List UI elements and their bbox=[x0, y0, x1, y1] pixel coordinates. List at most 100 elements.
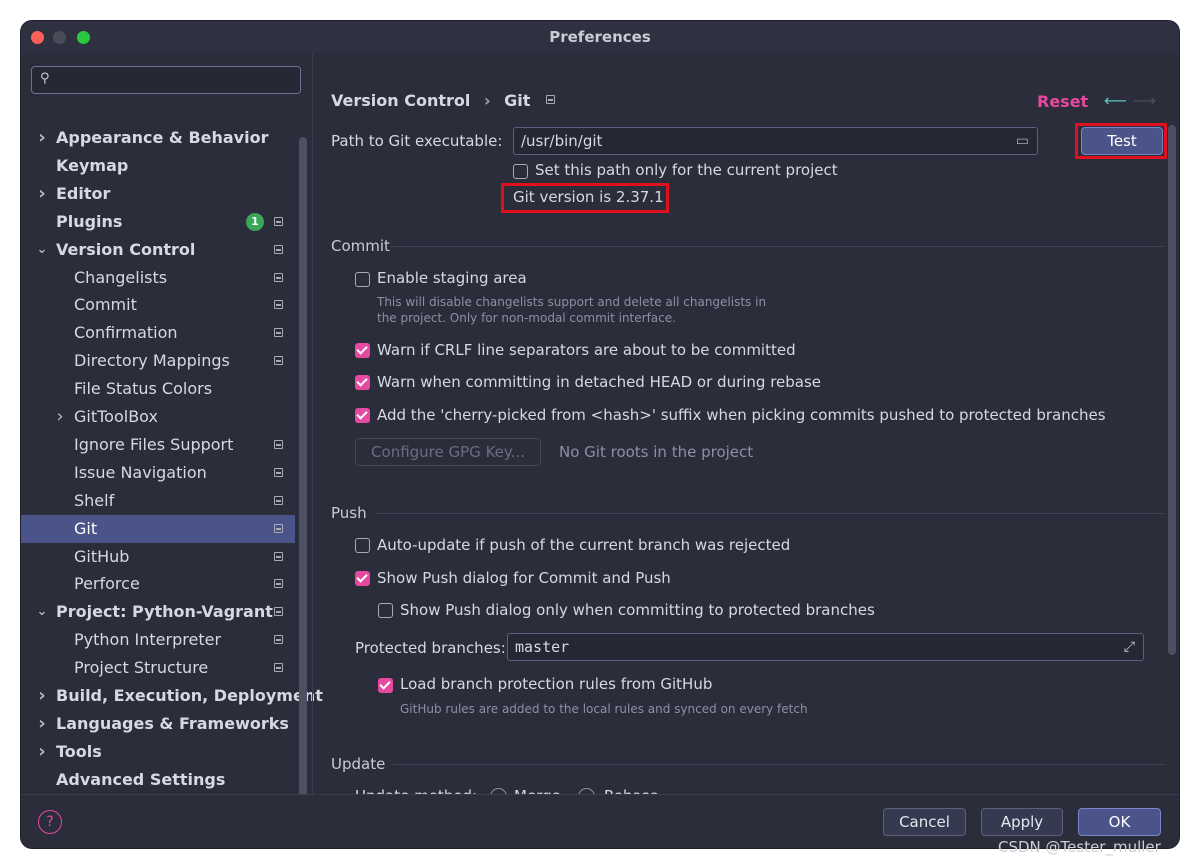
sidebar-item[interactable]: Ignore Files Support bbox=[21, 431, 295, 459]
project-level-icon bbox=[274, 495, 283, 505]
project-level-icon bbox=[274, 356, 283, 366]
close-window-button[interactable] bbox=[31, 31, 44, 44]
update-section-title: Update bbox=[331, 755, 386, 773]
search-icon: ⚲ bbox=[40, 71, 50, 86]
sidebar-item[interactable]: ⌄ Version Control bbox=[21, 236, 295, 264]
protected-branches-field[interactable]: master ⤢ bbox=[507, 633, 1144, 661]
sidebar-item-label: GitToolBox bbox=[74, 407, 158, 426]
sidebar-item-label: Tools bbox=[56, 741, 102, 761]
minimize-window-button[interactable] bbox=[53, 31, 66, 44]
arrow-right-icon[interactable]: ⟶ bbox=[1133, 91, 1156, 110]
project-level-icon bbox=[274, 216, 283, 226]
detached-head-label: Warn when committing in detached HEAD or… bbox=[377, 373, 822, 391]
configure-gpg-key-button[interactable]: Configure GPG Key... bbox=[355, 438, 541, 466]
chevron-down-icon[interactable]: ⌄ bbox=[35, 236, 49, 264]
breadcrumb-separator: › bbox=[483, 91, 491, 110]
expand-icon[interactable]: ⤢ bbox=[1124, 634, 1135, 660]
sidebar-item-label: Confirmation bbox=[74, 323, 178, 343]
sidebar-item[interactable]: Advanced Settings bbox=[21, 766, 295, 794]
staging-area-description-1: This will disable changelists support an… bbox=[377, 295, 767, 309]
push-section-title: Push bbox=[331, 504, 367, 522]
sidebar-item[interactable]: Commit bbox=[21, 291, 295, 319]
commit-section-divider bbox=[391, 246, 1164, 247]
chevron-right-icon[interactable]: › bbox=[35, 710, 49, 738]
question-icon[interactable]: ? bbox=[38, 810, 62, 834]
sidebar-item[interactable]: Project Structure bbox=[21, 654, 295, 682]
chevron-right-icon[interactable]: › bbox=[35, 738, 49, 766]
ok-button[interactable]: OK bbox=[1078, 808, 1161, 836]
cherry-picked-checkbox[interactable] bbox=[355, 408, 370, 423]
auto-update-checkbox[interactable] bbox=[355, 538, 370, 553]
sidebar-item[interactable]: Issue Navigation bbox=[21, 459, 295, 487]
chevron-right-icon[interactable]: › bbox=[53, 403, 67, 431]
chevron-right-icon[interactable]: › bbox=[35, 124, 49, 152]
sidebar-scrollbar[interactable] bbox=[299, 137, 307, 813]
sidebar-item[interactable]: › GitToolBox bbox=[21, 403, 295, 431]
main-scrollbar[interactable] bbox=[1168, 125, 1176, 655]
current-project-only-checkbox[interactable] bbox=[513, 164, 528, 179]
sidebar-item-label: Version Control bbox=[56, 239, 196, 259]
project-level-icon bbox=[274, 579, 283, 589]
sidebar-item[interactable]: Git bbox=[21, 514, 295, 543]
cancel-button[interactable]: Cancel bbox=[883, 808, 966, 836]
sidebar-item[interactable]: File Status Colors bbox=[21, 375, 295, 403]
project-level-icon bbox=[274, 551, 283, 561]
project-level-icon bbox=[274, 300, 283, 310]
commit-section-title: Commit bbox=[331, 237, 390, 255]
test-highlight-box bbox=[1075, 123, 1167, 159]
sidebar-item[interactable]: Keymap bbox=[21, 152, 295, 180]
project-level-icon bbox=[274, 328, 283, 338]
push-dialog-protected-only-label: Show Push dialog only when committing to… bbox=[400, 601, 875, 619]
sidebar-item[interactable]: Plugins 1 bbox=[21, 208, 295, 236]
sidebar-item[interactable]: › Editor bbox=[21, 180, 295, 208]
sidebar-item[interactable]: › Languages & Frameworks bbox=[21, 710, 295, 738]
sidebar-item-label: GitHub bbox=[74, 546, 130, 566]
crlf-warning-checkbox[interactable] bbox=[355, 343, 370, 358]
sidebar-item-label: Shelf bbox=[74, 490, 115, 510]
github-protection-rules-description: GitHub rules are added to the local rule… bbox=[400, 702, 808, 716]
update-section-divider bbox=[393, 764, 1164, 765]
show-push-dialog-label: Show Push dialog for Commit and Push bbox=[377, 569, 671, 587]
push-dialog-protected-only-checkbox[interactable] bbox=[378, 603, 393, 618]
chevron-right-icon[interactable]: › bbox=[35, 682, 49, 710]
sidebar-item[interactable]: Directory Mappings bbox=[21, 347, 295, 375]
sidebar-item-label: Build, Execution, Deployment bbox=[56, 686, 323, 705]
staging-area-label: Enable staging area bbox=[377, 269, 527, 287]
protected-branches-value: master bbox=[515, 638, 570, 656]
sidebar-item[interactable]: ⌄ Project: Python-Vagrant bbox=[21, 598, 295, 626]
staging-area-checkbox[interactable] bbox=[355, 272, 370, 287]
chevron-right-icon[interactable]: › bbox=[35, 180, 49, 208]
sidebar-item[interactable]: › Tools bbox=[21, 738, 295, 766]
sidebar-item[interactable]: Perforce bbox=[21, 570, 295, 598]
show-push-dialog-checkbox[interactable] bbox=[355, 571, 370, 586]
crlf-warning-label: Warn if CRLF line separators are about t… bbox=[377, 341, 796, 359]
sidebar-item-label: Appearance & Behavior bbox=[56, 128, 269, 147]
detached-head-checkbox[interactable] bbox=[355, 375, 370, 390]
sidebar-item[interactable]: › Build, Execution, Deployment bbox=[21, 682, 323, 710]
sidebar-item-label: Plugins bbox=[56, 211, 123, 231]
no-git-roots-note: No Git roots in the project bbox=[559, 443, 754, 461]
settings-sidebar: ⚲ › Appearance & Behavior Keymap › Editor Plu… bbox=[21, 53, 323, 818]
sidebar-item[interactable]: Confirmation bbox=[21, 319, 295, 347]
github-protection-rules-checkbox[interactable] bbox=[378, 678, 393, 693]
git-path-value: /usr/bin/git bbox=[521, 132, 603, 150]
chevron-down-icon[interactable]: ⌄ bbox=[35, 598, 49, 626]
settings-search-input[interactable]: ⚲ bbox=[31, 66, 301, 94]
sidebar-item[interactable]: GitHub bbox=[21, 543, 295, 571]
sidebar-item[interactable]: › Appearance & Behavior bbox=[21, 124, 295, 152]
sidebar-item[interactable]: Changelists bbox=[21, 264, 295, 292]
project-level-icon bbox=[274, 467, 283, 477]
zoom-window-button[interactable] bbox=[77, 31, 90, 44]
cherry-picked-label: Add the 'cherry-picked from <hash>' suff… bbox=[377, 406, 1106, 424]
github-protection-rules-label: Load branch protection rules from GitHub bbox=[400, 675, 713, 693]
apply-button[interactable]: Apply bbox=[981, 808, 1063, 836]
folder-icon[interactable]: ▭ bbox=[1016, 128, 1029, 154]
project-level-icon bbox=[274, 272, 283, 282]
git-settings-panel: Version Control › Git Reset ⟵ ⟶ Path to … bbox=[313, 53, 1179, 805]
sidebar-item-label: Git bbox=[74, 518, 98, 538]
arrow-left-icon[interactable]: ⟵ bbox=[1104, 91, 1127, 110]
git-path-field[interactable]: /usr/bin/git ▭ bbox=[513, 127, 1038, 155]
sidebar-item[interactable]: Shelf bbox=[21, 487, 295, 515]
reset-link[interactable]: Reset bbox=[1037, 92, 1088, 111]
sidebar-item[interactable]: Python Interpreter bbox=[21, 626, 295, 654]
